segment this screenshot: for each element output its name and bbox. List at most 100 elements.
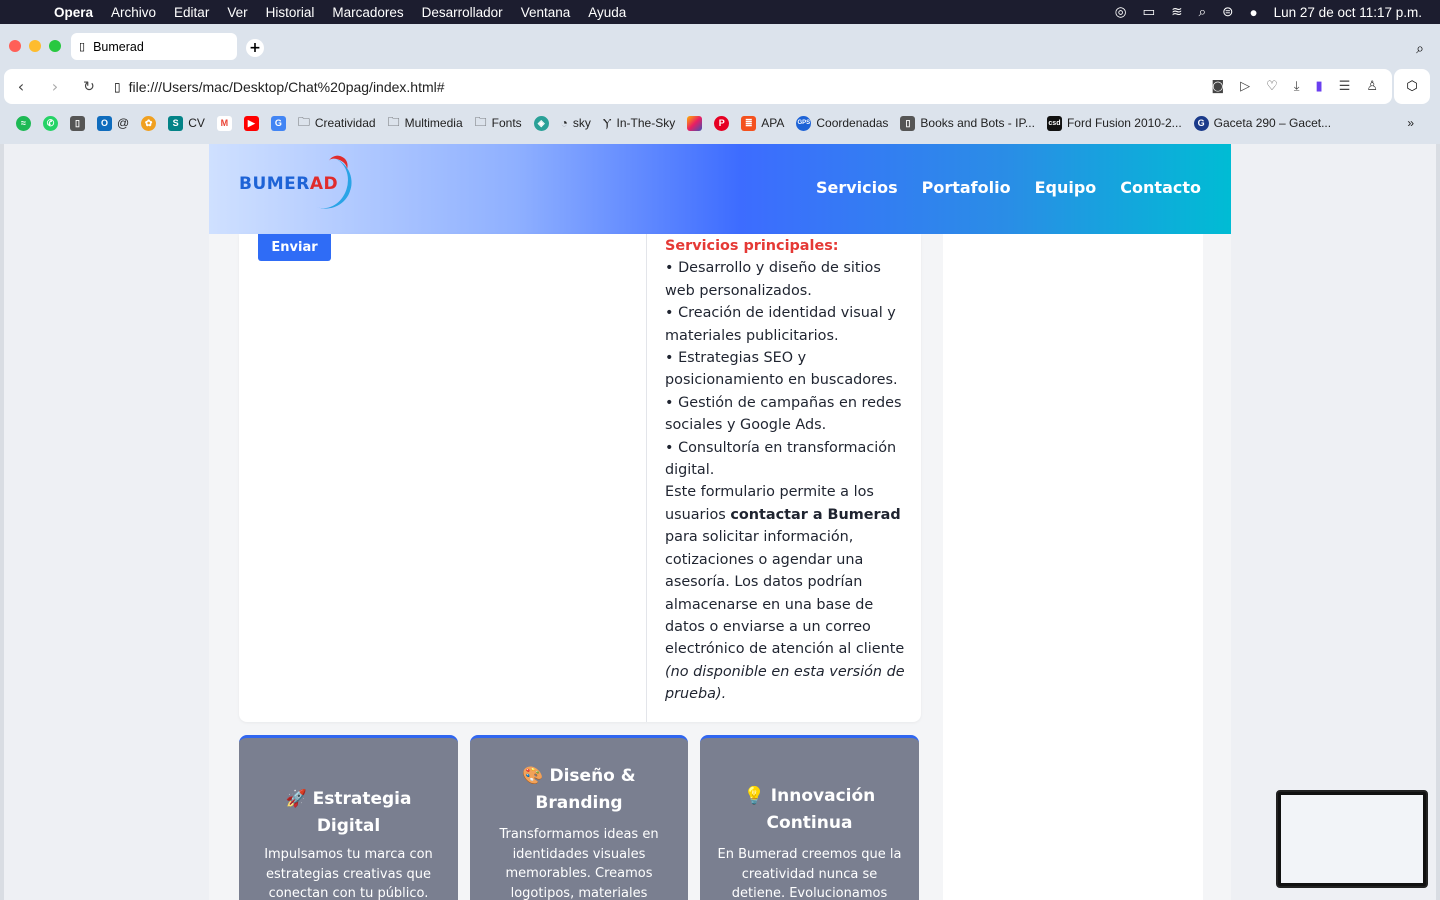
- menubar-clock[interactable]: Lun 27 de oct 11:17 p.m.: [1274, 5, 1422, 20]
- bookmarks-overflow-icon[interactable]: »: [1407, 116, 1414, 130]
- new-tab-button[interactable]: +: [246, 39, 264, 57]
- menu-item-desarrollador[interactable]: Desarrollador: [422, 5, 503, 20]
- menu-item-archivo[interactable]: Archivo: [111, 5, 156, 20]
- menu-item-historial[interactable]: Historial: [266, 5, 315, 20]
- nav-equipo[interactable]: Equipo: [1035, 178, 1097, 197]
- creative-cloud-icon[interactable]: ◎: [1115, 4, 1127, 20]
- menu-item-marcadores[interactable]: Marcadores: [332, 5, 403, 20]
- note-text: para solicitar información, cotizaciones…: [665, 529, 905, 658]
- apa-icon: ≣: [741, 115, 757, 131]
- macos-menubar: Opera Archivo Editar Ver Historial Marca…: [0, 0, 1440, 24]
- doc-icon: ▯: [70, 115, 85, 131]
- thumbnail-image: [1281, 795, 1423, 883]
- battery-icon[interactable]: ▭: [1143, 4, 1156, 20]
- bookmark-apa[interactable]: ≣ APA: [741, 115, 784, 131]
- menu-item-ventana[interactable]: Ventana: [521, 5, 571, 20]
- control-center-icon[interactable]: ⊜: [1222, 4, 1233, 20]
- tab-search-icon[interactable]: ⌕: [1416, 41, 1424, 57]
- nav-servicios[interactable]: Servicios: [816, 178, 898, 197]
- back-icon[interactable]: ‹: [4, 77, 38, 96]
- service-item: • Creación de identidad visual y materia…: [665, 305, 896, 344]
- color-icon: [687, 115, 703, 131]
- bookmark-pinterest[interactable]: P: [714, 115, 730, 131]
- contact-info: Servicios principales: • Desarrollo y di…: [665, 235, 905, 706]
- column-divider: [646, 234, 647, 722]
- bookmark-label: CV: [188, 116, 205, 130]
- logo-text-bumer: BUMER: [239, 174, 310, 194]
- bookmark-translate[interactable]: G: [270, 115, 286, 131]
- bookmark-shield[interactable]: ◈: [533, 115, 549, 131]
- bookmark-in-the-sky[interactable]: Ⲩ In-The-Sky: [603, 116, 675, 131]
- zoom-window-button[interactable]: [49, 40, 61, 52]
- menu-item-editar[interactable]: Editar: [174, 5, 209, 20]
- bookmark-label: Coordenadas: [816, 116, 889, 130]
- snapshot-icon[interactable]: ◙: [1212, 79, 1225, 94]
- telescope-icon: Ⲩ: [602, 115, 612, 130]
- outlook-icon: O: [97, 115, 112, 131]
- forward-icon[interactable]: ›: [38, 77, 72, 96]
- bookmark-coordenadas[interactable]: GPS Coordenadas: [796, 115, 889, 131]
- bookmark-label: Gaceta 290 – Gacet...: [1213, 116, 1332, 130]
- bookmark-folder-creatividad[interactable]: 🗀 Creatividad: [298, 113, 376, 134]
- bookmark-folder-fonts[interactable]: 🗀 Fonts: [475, 113, 522, 134]
- close-window-button[interactable]: [9, 40, 21, 52]
- bookmark-doc[interactable]: ▯: [70, 115, 85, 131]
- gps-icon: GPS: [796, 115, 812, 131]
- wifi-icon[interactable]: ≋: [1171, 4, 1182, 20]
- minimize-window-button[interactable]: [29, 40, 41, 52]
- easy-setup-icon[interactable]: ☰: [1339, 79, 1351, 94]
- note-bold: contactar a Bumerad: [730, 506, 901, 523]
- siri-icon[interactable]: ●: [1249, 5, 1257, 20]
- menu-item-ver[interactable]: Ver: [227, 5, 247, 20]
- bookmark-label: Multimedia: [404, 116, 463, 130]
- profile-icon[interactable]: ♙: [1366, 79, 1378, 94]
- gauge-icon: ◔: [560, 116, 568, 130]
- bookmark-cv[interactable]: S CV: [168, 115, 205, 131]
- page-viewport: BUMERAD Servicios Portafolio Equipo Cont…: [4, 144, 1436, 900]
- service-item: • Consultoría en transformación digital.: [665, 439, 897, 479]
- screenshot-thumbnail[interactable]: [1276, 790, 1428, 888]
- tab-bumerad[interactable]: ▯ Bumerad: [71, 33, 237, 60]
- bookmark-photos[interactable]: ✿: [141, 115, 157, 131]
- nav-portafolio[interactable]: Portafolio: [922, 178, 1011, 197]
- card-description: Impulsamos tu marca con estrategias crea…: [264, 847, 433, 900]
- extensions-icon[interactable]: ⬡: [1394, 69, 1430, 104]
- folder-icon: 🗀: [297, 114, 310, 129]
- bookmark-books-and-bots[interactable]: ▯ Books and Bots - IP...: [900, 115, 1035, 131]
- file-icon: ▯: [114, 79, 121, 94]
- menu-item-ayuda[interactable]: Ayuda: [588, 5, 626, 20]
- reload-icon[interactable]: ↻: [72, 79, 106, 95]
- bookmark-gaceta[interactable]: G Gaceta 290 – Gacet...: [1193, 115, 1332, 131]
- menu-app-name[interactable]: Opera: [54, 5, 93, 20]
- flow-icon[interactable]: ▷: [1240, 79, 1250, 94]
- spotlight-search-icon[interactable]: ⌕: [1199, 4, 1207, 20]
- heart-icon[interactable]: ♡: [1266, 79, 1278, 94]
- csd-icon: csd: [1046, 115, 1062, 131]
- sidebar-toggle-icon[interactable]: ▮: [1316, 79, 1323, 94]
- photos-icon: ✿: [141, 115, 157, 131]
- bookmark-whatsapp[interactable]: ✆: [43, 115, 58, 131]
- bookmarks-bar: ≈ ✆ ▯ O @ ✿ S CV M ▶ G 🗀 Creatividad 🗀 Multi…: [0, 110, 1440, 136]
- feature-cards: 🚀 Estrategia Digital Impulsamos tu marca…: [239, 735, 921, 900]
- translate-icon: G: [270, 115, 286, 131]
- bookmark-folder-multimedia[interactable]: 🗀 Multimedia: [388, 113, 463, 134]
- download-icon[interactable]: ⤓: [1294, 79, 1300, 94]
- bookmark-youtube[interactable]: ▶: [243, 115, 259, 131]
- bookmark-sky[interactable]: ◔ sky: [561, 116, 591, 130]
- address-toolbar: ‹ › ↻ ▯ file:///Users/mac/Desktop/Chat%2…: [4, 69, 1392, 104]
- nav-contacto[interactable]: Contacto: [1120, 178, 1201, 197]
- bookmark-gmail[interactable]: M: [216, 115, 232, 131]
- address-bar[interactable]: file:///Users/mac/Desktop/Chat%20pag/ind…: [129, 79, 445, 95]
- bookmark-ford-fusion[interactable]: csd Ford Fusion 2010-2...: [1046, 115, 1182, 131]
- contact-section: Enviar Servicios principales: • Desarrol…: [239, 234, 921, 722]
- bumerad-logo[interactable]: BUMERAD: [239, 152, 359, 216]
- bookmark-label: In-The-Sky: [616, 116, 676, 130]
- bookmark-color[interactable]: [687, 115, 703, 131]
- send-button[interactable]: Enviar: [258, 234, 331, 261]
- spotify-icon: ≈: [16, 115, 31, 131]
- youtube-icon: ▶: [243, 115, 259, 131]
- bookmark-spotify[interactable]: ≈: [16, 115, 31, 131]
- sharepoint-icon: S: [168, 115, 184, 131]
- site-header: BUMERAD Servicios Portafolio Equipo Cont…: [209, 144, 1231, 234]
- bookmark-outlook[interactable]: O @: [97, 115, 129, 131]
